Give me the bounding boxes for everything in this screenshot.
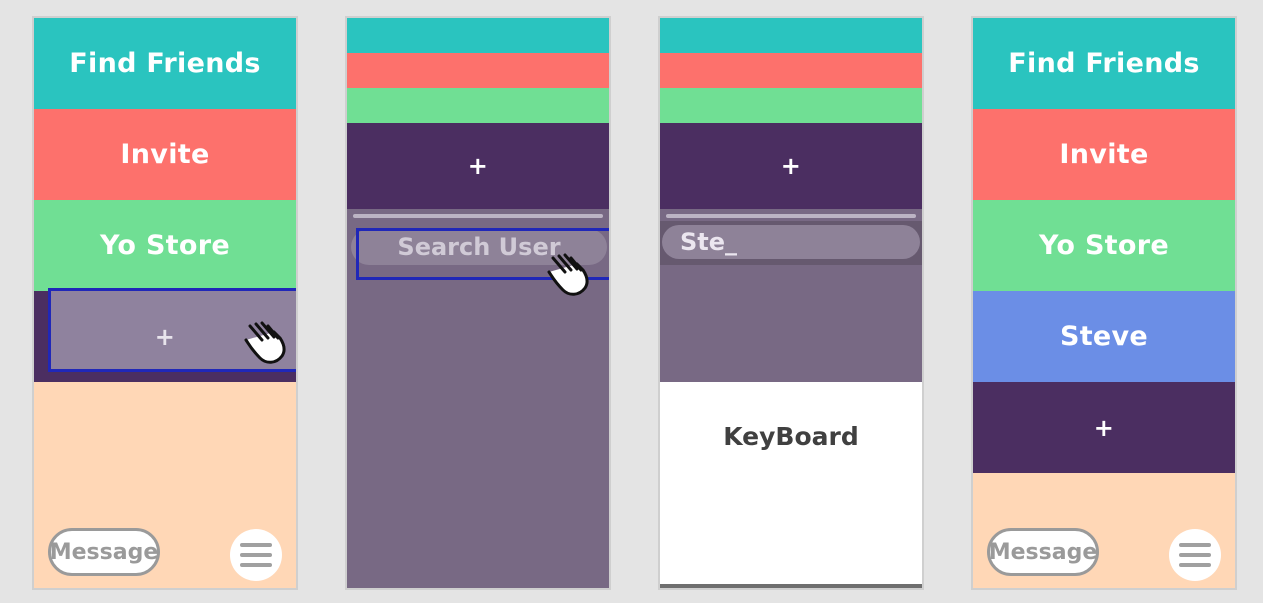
invite-label: Invite [120, 139, 210, 170]
find-friends-collapsed [660, 18, 922, 53]
hand-pointer-icon [547, 253, 589, 296]
hamburger-menu-icon[interactable] [1169, 529, 1221, 581]
find-friends-button[interactable]: Find Friends [973, 18, 1235, 109]
message-button[interactable]: Message [987, 528, 1099, 576]
yo-store-label: Yo Store [100, 230, 230, 261]
yo-store-label: Yo Store [1039, 230, 1169, 261]
bottom-bar: Message [973, 524, 1235, 588]
add-friend-button[interactable]: + [973, 382, 1235, 473]
search-input[interactable]: Ste_ [662, 225, 920, 259]
message-button[interactable]: Message [48, 528, 160, 576]
keyboard-label: KeyBoard [723, 422, 859, 451]
find-friends-button[interactable]: Find Friends [34, 18, 296, 109]
invite-button[interactable]: Invite [34, 109, 296, 200]
add-friend-button[interactable]: + [347, 123, 609, 209]
message-label: Message [49, 539, 159, 565]
screen-3-typing: + Ste_ KeyBoard [658, 16, 924, 590]
screen-2-search: + Search User [345, 16, 611, 590]
panel-handle[interactable] [666, 214, 916, 218]
invite-collapsed [347, 53, 609, 88]
contact-steve-label: Steve [1059, 321, 1149, 352]
search-value: Ste_ [680, 228, 738, 256]
contact-steve-button[interactable]: Steve [973, 291, 1235, 382]
add-plus-icon: + [1093, 413, 1115, 442]
yo-store-button[interactable]: Yo Store [34, 200, 296, 291]
screen-1-home: Find Friends Invite Yo Store + Message [32, 16, 298, 590]
add-plus-icon: + [780, 152, 802, 180]
find-friends-collapsed [347, 18, 609, 53]
yo-store-button[interactable]: Yo Store [973, 200, 1235, 291]
search-bar: Ste_ [660, 221, 922, 265]
screen-4-result: Find Friends Invite Yo Store Steve + Mes… [971, 16, 1237, 590]
invite-collapsed [660, 53, 922, 88]
message-label: Message [988, 539, 1098, 565]
keyboard[interactable]: KeyBoard [660, 382, 922, 588]
hand-pointer-icon [244, 321, 286, 364]
add-plus-icon: + [467, 152, 489, 180]
yo-store-collapsed [660, 88, 922, 123]
invite-button[interactable]: Invite [973, 109, 1235, 200]
hamburger-menu-icon[interactable] [230, 529, 282, 581]
add-plus-icon: + [154, 322, 176, 351]
find-friends-label: Find Friends [69, 48, 261, 79]
invite-label: Invite [1059, 139, 1149, 170]
yo-store-collapsed [347, 88, 609, 123]
add-friend-button[interactable]: + [660, 123, 922, 209]
search-panel: Ste_ [660, 209, 922, 382]
find-friends-label: Find Friends [1008, 48, 1200, 79]
bottom-bar: Message [34, 524, 296, 588]
panel-handle[interactable] [353, 214, 603, 218]
